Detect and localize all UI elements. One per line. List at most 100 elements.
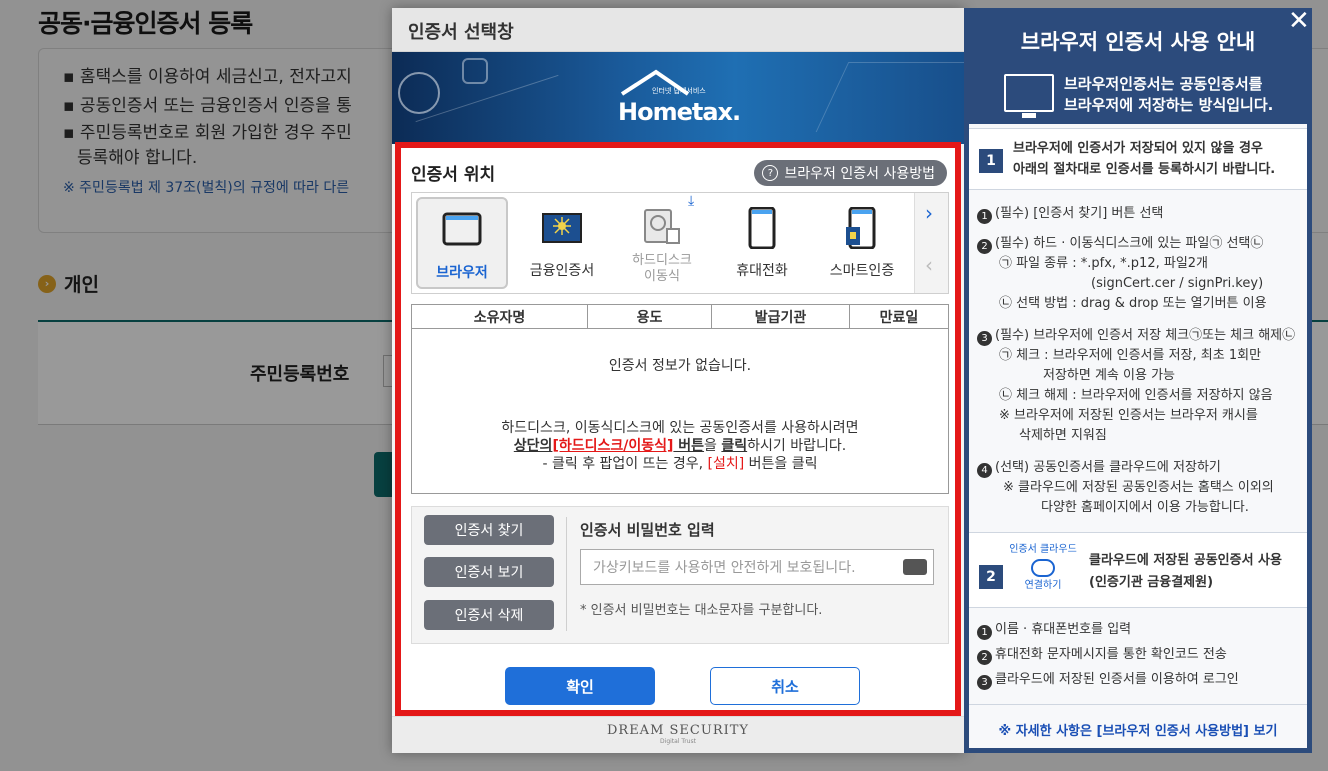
guide-item: ㉡ 선택 방법 : drag & drop 또는 열기버튼 이용 <box>999 296 1267 311</box>
guide-item: 2 (필수) 하드 · 이동식디스크에 있는 파일㉠ 선택㉡ <box>977 234 1263 254</box>
guide-item: 삭제하면 지워짐 <box>1019 428 1107 443</box>
location-label: 금융인증서 <box>529 263 595 279</box>
lock-icon <box>398 72 440 114</box>
harddisk-icon <box>641 207 683 249</box>
logo-text: Hometax. <box>618 98 741 126</box>
chevron-right-icon[interactable]: › <box>925 201 933 225</box>
password-input[interactable]: 가상키보드를 사용하면 안전하게 보호됩니다. <box>580 549 934 585</box>
footer-tagline: Digital Trust <box>660 738 696 745</box>
guide-item: 4 (선택) 공동인증서를 클라우드에 저장하기 <box>977 458 1221 478</box>
guide-item: 3 클라우드에 저장된 인증서를 이용하여 로그인 <box>977 670 1239 690</box>
guide-item: 저장하면 계속 이용 가능 <box>1043 368 1175 383</box>
hint-text: 클릭 <box>721 438 748 454</box>
location-mobile-phone[interactable]: 휴대전화 <box>716 197 808 289</box>
hint-line: - 클릭 후 팝업이 뜨는 경우, [설치] 버튼을 클릭 <box>412 455 948 473</box>
cert-location-tabs: 브라우저 금융인증서 하드디스크 이동식 ⤓ 휴대전화 스마트인증 › ‹ <box>411 192 949 294</box>
step-number: 1 <box>979 149 1003 173</box>
guide-title: 브라우저 인증서 사용 안내 <box>1020 30 1256 54</box>
hint-text: 상단의 <box>513 438 553 454</box>
cloud-connect-button[interactable]: 인증서 클라우드 연결하기 <box>1003 543 1083 593</box>
dreamsecurity-logo: DREAM SECURITY <box>606 723 749 738</box>
guide-body: 1 브라우저에 인증서가 저장되어 있지 않을 경우 아래의 절차대로 인증서를… <box>969 124 1307 748</box>
password-placeholder: 가상키보드를 사용하면 안전하게 보호됩니다. <box>593 560 856 576</box>
step-head-line: 브라우저에 인증서가 저장되어 있지 않을 경우 <box>1013 141 1263 156</box>
password-label: 인증서 비밀번호 입력 <box>580 521 715 539</box>
step-head-line: (인증기관 금융결제원) <box>1089 575 1214 590</box>
hint-line: 상단의[하드디스크/이동식] 버튼을 클릭하시기 바랍니다. <box>412 437 948 455</box>
view-cert-button[interactable]: 인증서 보기 <box>424 557 554 587</box>
browser-icon <box>441 209 483 251</box>
hint-text: 버튼을 클릭 <box>744 456 818 472</box>
badge-text: 연결하기 <box>1024 580 1062 591</box>
smart-auth-icon <box>841 206 883 250</box>
column-owner[interactable]: 소유자명 <box>412 305 588 328</box>
delete-cert-button[interactable]: 인증서 삭제 <box>424 600 554 630</box>
location-browser[interactable]: 브라우저 <box>416 197 508 289</box>
browser-cert-howto-button[interactable]: ? 브라우저 인증서 사용방법 <box>754 160 947 186</box>
password-note: * 인증서 비밀번호는 대소문자를 구분합니다. <box>580 603 823 618</box>
question-icon: ? <box>762 165 779 181</box>
cancel-button[interactable]: 취소 <box>710 667 860 705</box>
guide-item: ㉡ 체크 해제 : 브라우저에 인증서를 저장하지 않음 <box>999 388 1273 403</box>
find-cert-button[interactable]: 인증서 찾기 <box>424 515 554 545</box>
location-label: 브라우저 <box>436 265 488 281</box>
guide-detail-link[interactable]: ※ 자세한 사항은 [브라우저 인증서 사용방법] 보기 <box>969 720 1307 739</box>
column-issuer[interactable]: 발급기관 <box>712 305 850 328</box>
cert-table: 소유자명 용도 발급기관 만료일 인증서 정보가 없습니다. 하드디스크, 이동… <box>411 304 949 494</box>
guide-item: 다양한 홈페이지에서 이용 가능합니다. <box>1041 500 1249 515</box>
hometax-banner: 인터넷 납세서비스 Hometax. <box>392 52 964 144</box>
step-head-line: 아래의 절차대로 인증서를 등록하시기 바랍니다. <box>1013 162 1276 177</box>
hometax-logo: 인터넷 납세서비스 Hometax. <box>618 69 748 134</box>
password-panel: 인증서 찾기 인증서 보기 인증서 삭제 인증서 비밀번호 입력 가상키보드를 … <box>411 506 949 644</box>
step2-header: 2 인증서 클라우드 연결하기 클라우드에 저장된 공동인증서 사용 (인증기관… <box>969 532 1307 608</box>
step-number: 2 <box>979 565 1003 589</box>
hint-highlight: [하드디스크/이동식] <box>552 438 674 454</box>
logo-subtitle: 인터넷 납세서비스 <box>652 87 706 95</box>
guide-item: ※ 브라우저에 저장된 인증서는 브라우저 캐시를 <box>999 408 1258 423</box>
hint-text: 하시기 바랍니다. <box>747 438 847 454</box>
guide-item: ※ 클라우드에 저장된 공동인증서는 홈택스 이외의 <box>1003 480 1274 495</box>
financial-cert-icon <box>541 207 583 249</box>
step-head-line: 클라우드에 저장된 공동인증서 사용 <box>1089 553 1282 568</box>
browser-cert-guide-panel: ✕ 브라우저 인증서 사용 안내 브라우저인증서는 공동인증서를 브라우저에 저… <box>964 6 1312 753</box>
chevron-left-icon[interactable]: ‹ <box>925 253 933 277</box>
cert-select-dialog: 인증서 선택창 인터넷 납세서비스 Hometax. 인증서 위치 ? 브라우저… <box>392 8 964 753</box>
shield-icon <box>462 58 488 84</box>
empty-message: 인증서 정보가 없습니다. <box>608 358 752 374</box>
circuit-decoration <box>815 62 964 132</box>
cert-table-header: 소유자명 용도 발급기관 만료일 <box>412 305 948 329</box>
location-label: 하드디스크 이동식 <box>632 253 692 284</box>
guide-item: 2 휴대전화 문자메시지를 통한 확인코드 전송 <box>977 645 1227 665</box>
harddisk-hint: 하드디스크, 이동식디스크에 있는 공동인증서를 사용하시려면 상단의[하드디스… <box>412 419 948 473</box>
guide-item: ㉠ 파일 종류 : *.pfx, *.p12, 파일2개 <box>999 256 1209 271</box>
step1-header: 1 브라우저에 인증서가 저장되어 있지 않을 경우 아래의 절차대로 인증서를… <box>969 128 1307 190</box>
guide-item: ㉠ 체크 : 브라우저에 인증서를 저장, 최초 1회만 <box>999 348 1262 363</box>
hint-line: 하드디스크, 이동식디스크에 있는 공동인증서를 사용하시려면 <box>501 420 859 436</box>
location-smart-auth[interactable]: 스마트인증 <box>816 197 908 289</box>
badge-text: 인증서 클라우드 <box>1009 544 1077 555</box>
guide-item: 1 (필수) [인증서 찾기] 버튼 선택 <box>977 204 1163 224</box>
keyboard-icon[interactable] <box>903 559 927 575</box>
column-expiry[interactable]: 만료일 <box>850 305 948 328</box>
location-label: 스마트인증 <box>829 263 895 279</box>
ok-button[interactable]: 확인 <box>505 667 655 705</box>
hint-text: - 클릭 후 팝업이 뜨는 경우, <box>542 456 708 472</box>
monitor-icon <box>1004 74 1054 118</box>
intro-line: 브라우저에 저장하는 방식입니다. <box>1064 96 1274 114</box>
hint-text: 을 <box>704 438 722 454</box>
cert-location-title: 인증서 위치 <box>411 165 496 185</box>
divider <box>969 704 1307 705</box>
hint-highlight: [설치] <box>707 456 745 472</box>
location-financial-cert[interactable]: 금융인증서 <box>516 197 608 289</box>
divider <box>566 517 567 631</box>
hint-text: 버튼 <box>673 438 705 454</box>
location-label: 휴대전화 <box>736 263 788 279</box>
dialog-footer: DREAM SECURITY Digital Trust <box>392 716 964 753</box>
column-usage[interactable]: 용도 <box>588 305 712 328</box>
guide-item: 3 (필수) 브라우저에 인증서 저장 체크㉠또는 체크 해제㉡ <box>977 326 1295 346</box>
download-icon[interactable]: ⤓ <box>688 193 694 209</box>
location-scroll: › ‹ <box>914 193 948 293</box>
dialog-title: 인증서 선택창 <box>392 8 964 52</box>
location-harddisk[interactable]: 하드디스크 이동식 <box>616 197 708 289</box>
cert-selection-area: 인증서 위치 ? 브라우저 인증서 사용방법 브라우저 금융인증서 하드디스크 … <box>395 142 961 716</box>
